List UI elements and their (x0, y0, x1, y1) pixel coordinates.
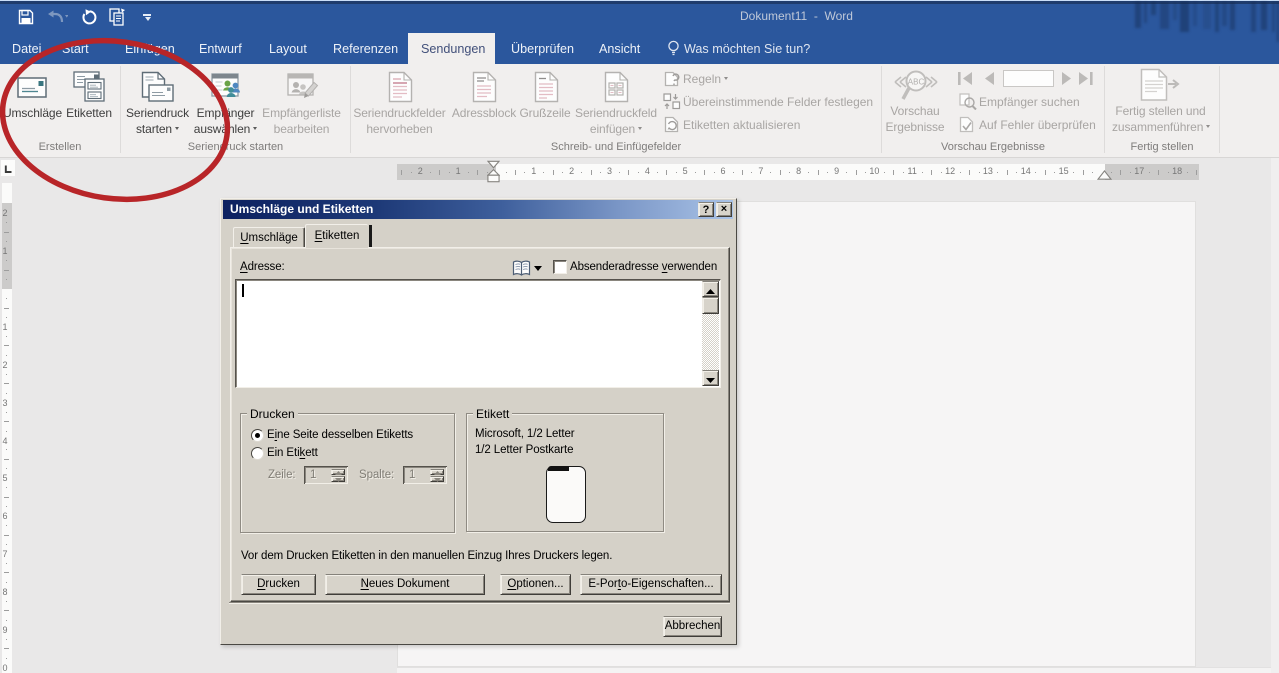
svg-text:ABC: ABC (908, 78, 925, 87)
